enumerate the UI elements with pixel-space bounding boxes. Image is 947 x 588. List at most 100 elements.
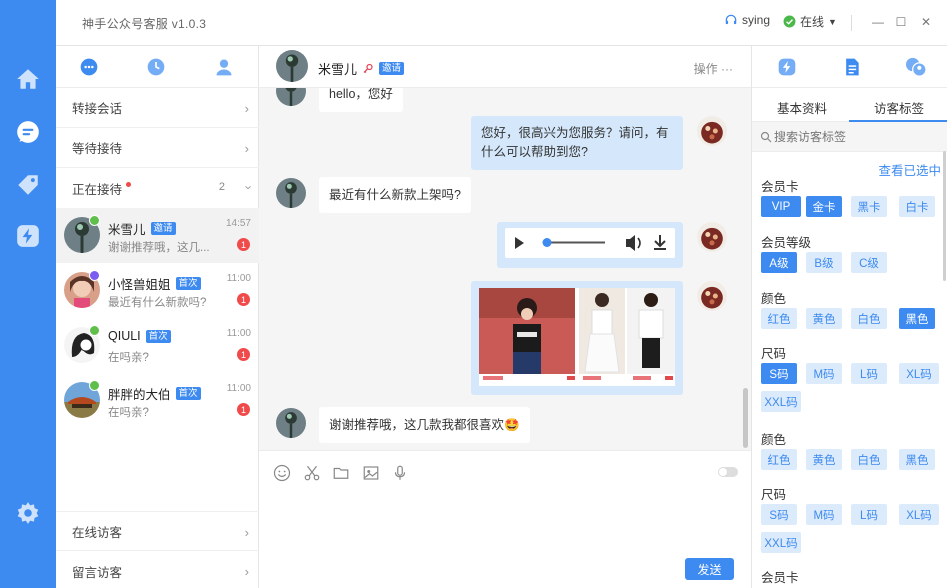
chevron-right-icon: › (244, 101, 249, 116)
session-item[interactable]: QIULI 首次 在吗亲? 11:00 1 (56, 318, 259, 373)
session-name: 米雪儿 (108, 223, 146, 237)
message-visitors-label: 留言访客 (72, 565, 123, 580)
tag-chip[interactable]: XL码 (899, 363, 939, 384)
tag-icon[interactable] (14, 171, 42, 199)
tag-chip[interactable]: M码 (806, 363, 842, 384)
tag-chip[interactable]: 白色 (851, 308, 887, 329)
user-account[interactable]: sying (724, 13, 770, 27)
transfer-sessions-row[interactable]: 转接会话 › (56, 88, 259, 128)
tag-chip[interactable]: C级 (851, 252, 887, 273)
tag-search-input[interactable] (774, 128, 942, 146)
emoji-icon[interactable] (273, 464, 291, 482)
folder-icon[interactable] (332, 464, 350, 482)
tag-chip[interactable]: 金卡 (806, 196, 842, 217)
tag-chip[interactable]: VIP (761, 196, 801, 217)
message-visitors-row[interactable]: 留言访客 › (56, 551, 259, 588)
view-selected-link[interactable]: 查看已选中 (878, 160, 941, 179)
tag-chip[interactable]: 黑卡 (851, 196, 887, 217)
tag-chip[interactable]: 白卡 (899, 196, 935, 217)
waiting-row[interactable]: 等待接待 › (56, 128, 259, 168)
tag-chip[interactable]: XXL码 (761, 532, 801, 553)
minimize-button[interactable]: — (868, 12, 888, 32)
product-image (479, 288, 675, 386)
tag-chip[interactable]: 黑色 (899, 308, 935, 329)
unread-badge: 1 (237, 348, 250, 361)
lightning-icon[interactable] (14, 222, 42, 250)
settings-gear-icon[interactable] (14, 499, 42, 527)
chat-tag: 邀请 (379, 62, 405, 75)
quick-reply-icon[interactable] (776, 56, 798, 78)
tag-chip[interactable]: L码 (851, 363, 887, 384)
tag-chip[interactable]: 黄色 (806, 449, 842, 470)
send-button[interactable]: 发送 (685, 558, 734, 580)
volume-icon[interactable] (626, 235, 641, 251)
unread-badge: 1 (237, 238, 250, 251)
download-icon[interactable] (654, 235, 666, 250)
tag-scrollbar[interactable] (943, 151, 946, 281)
document-icon[interactable] (841, 56, 863, 78)
tag-chip[interactable]: 黑色 (899, 449, 935, 470)
history-clock-icon[interactable] (145, 56, 167, 78)
audio-progress-knob[interactable] (542, 238, 552, 247)
status-dropdown[interactable]: 在线 ▼ (783, 13, 837, 30)
chat-header: 米雪儿 邀请 操作 ··· (259, 46, 751, 88)
tag-chip[interactable]: S码 (761, 363, 797, 384)
online-visitors-row[interactable]: 在线访客 › (56, 511, 259, 551)
tab-visitor-tags[interactable]: 访客标签 (874, 98, 924, 117)
chat-avatar (276, 50, 308, 82)
session-item[interactable]: 胖胖的大伯 首次 在吗亲? 11:00 1 (56, 373, 259, 428)
visitor-profile-icon[interactable] (905, 56, 927, 78)
microphone-icon[interactable] (391, 464, 409, 482)
unread-badge: 1 (237, 293, 250, 306)
session-item[interactable]: 小怪兽姐姐 首次 最近有什么新款吗? 11:00 1 (56, 263, 259, 318)
tag-chip[interactable]: 红色 (761, 308, 797, 329)
link-source-icon (89, 270, 100, 281)
caret-down-icon: ▼ (828, 16, 837, 27)
chat-panel: 米雪儿 邀请 操作 ··· hello，您好 您好，很高兴为您服务？请问，有什么… (259, 46, 751, 588)
message-area[interactable]: hello，您好 您好，很高兴为您服务？请问，有什么可以帮助到您? 最近有什么新… (259, 88, 751, 450)
wechat-source-icon (89, 325, 100, 336)
unread-dot (126, 181, 132, 187)
app-title: 神手公众号客服 v1.0.3 (82, 17, 207, 31)
tag-chip[interactable]: B级 (806, 252, 842, 273)
chat-name: 米雪儿 (318, 62, 358, 77)
scissors-icon[interactable] (303, 464, 321, 482)
tag-chip[interactable]: XL码 (899, 504, 939, 525)
image-icon[interactable] (362, 464, 380, 482)
chat-title: 米雪儿 邀请 (318, 59, 405, 78)
home-icon[interactable] (14, 65, 42, 93)
tag-chip[interactable]: A级 (761, 252, 797, 273)
enter-send-toggle[interactable] (718, 467, 738, 477)
tag-group-title: 颜色 (761, 433, 787, 447)
tag-chip[interactable]: XXL码 (761, 391, 801, 412)
username: sying (742, 13, 771, 27)
tab-basic-info[interactable]: 基本资料 (777, 98, 827, 117)
play-icon[interactable] (515, 237, 524, 249)
tag-chip[interactable]: L码 (851, 504, 887, 525)
maximize-button[interactable]: ☐ (891, 12, 911, 32)
session-item[interactable]: 米雪儿 邀请 谢谢推荐哦，这几... 14:57 1 (56, 208, 259, 263)
operations-menu[interactable]: 操作 ··· (694, 60, 733, 77)
serving-label: 正在接待 (72, 182, 123, 197)
agent-avatar (697, 222, 727, 252)
wechat-source-icon (89, 215, 100, 226)
close-button[interactable]: ✕ (916, 12, 936, 32)
tag-chip[interactable]: 红色 (761, 449, 797, 470)
check-circle-icon (783, 15, 796, 28)
chat-bubble-icon[interactable] (14, 118, 42, 146)
chat-tab-icon[interactable] (78, 56, 100, 78)
tag-group-title: 尺码 (761, 347, 787, 361)
session-time: 11:00 (226, 273, 251, 284)
image-message[interactable] (471, 281, 683, 395)
audio-track[interactable] (543, 241, 605, 244)
tag-chip[interactable]: 黄色 (806, 308, 842, 329)
tag-chip[interactable]: S码 (761, 504, 797, 525)
serving-row[interactable]: 正在接待 2 › (56, 168, 259, 208)
message-scrollbar[interactable] (743, 388, 748, 448)
contacts-person-icon[interactable] (213, 56, 235, 78)
tag-chip[interactable]: M码 (806, 504, 842, 525)
chevron-down-icon: › (241, 185, 257, 190)
tag-chip[interactable]: 白色 (851, 449, 887, 470)
session-preview: 最近有什么新款吗? (108, 297, 207, 309)
session-name-wrap: 胖胖的大伯 首次 (108, 384, 201, 403)
